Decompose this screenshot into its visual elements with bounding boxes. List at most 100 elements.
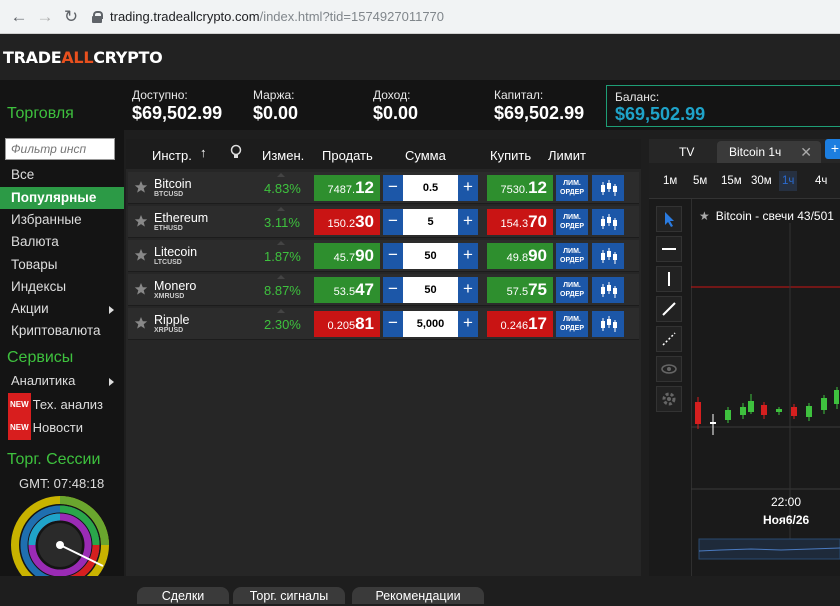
close-icon[interactable]: ✕ [800, 141, 812, 163]
timeframe-1h[interactable]: 1ч [779, 171, 798, 191]
category-indices[interactable]: Индексы [0, 276, 124, 298]
amount-increase-button[interactable]: + [458, 243, 478, 269]
timeframe-1m[interactable]: 1м [663, 175, 677, 187]
sell-price-button[interactable]: 0.20581 [314, 311, 380, 337]
eye-icon[interactable] [656, 356, 682, 382]
star-icon[interactable] [134, 180, 148, 194]
star-icon[interactable] [134, 316, 148, 330]
amount-increase-button[interactable]: + [458, 209, 478, 235]
tab-trade-signals[interactable]: Торг. сигналы [233, 587, 345, 604]
instrument-row[interactable]: Bitcoin BTCUSD 4.83% 7487.12 − 0.5 + 753… [128, 172, 639, 204]
horizontal-line-icon[interactable] [656, 236, 682, 262]
candlestick-chart[interactable]: ★ Bitcoin - свечи 43/501 22:00 Ноя6/26 [690, 199, 840, 576]
amount-input[interactable]: 0.5 [403, 175, 458, 201]
candlestick-chart-icon[interactable] [592, 175, 624, 201]
buy-price-button[interactable]: 57.575 [487, 277, 553, 303]
header-sell: Продать [322, 148, 373, 163]
instrument-row[interactable]: Ethereum ETHUSD 3.11% 150.230 − 5 + 154.… [128, 206, 639, 238]
candlestick-chart-icon[interactable] [592, 209, 624, 235]
limit-order-button[interactable]: ЛИМ. ОРДЕР [556, 277, 588, 303]
header-instrument[interactable]: Инстр. [152, 148, 192, 163]
reload-icon[interactable]: ↻ [58, 4, 84, 30]
timeframe-5m[interactable]: 5м [693, 175, 707, 187]
instrument-row[interactable]: Monero XMRUSD 8.87% 53.547 − 50 + 57.575… [128, 274, 639, 306]
tab-tv[interactable]: TV [667, 141, 707, 163]
limit-order-button[interactable]: ЛИМ. ОРДЕР [556, 175, 588, 201]
instrument-name[interactable]: Litecoin [154, 245, 197, 259]
amount-input[interactable]: 50 [403, 243, 458, 269]
candlestick-chart-icon[interactable] [592, 311, 624, 337]
cursor-icon[interactable] [656, 206, 682, 232]
service-tech-analysis[interactable]: NEW Тех. анализ [0, 393, 124, 417]
amount-decrease-button[interactable]: − [383, 311, 403, 337]
instrument-row[interactable]: Litecoin LTCUSD 1.87% 45.790 − 50 + 49.8… [128, 240, 639, 272]
star-icon[interactable] [134, 282, 148, 296]
service-news[interactable]: NEW Новости [0, 416, 124, 440]
buy-price-button[interactable]: 0.24617 [487, 311, 553, 337]
star-icon[interactable]: ★ [699, 209, 710, 223]
instrument-name[interactable]: Ripple [154, 313, 189, 327]
amount-decrease-button[interactable]: − [383, 243, 403, 269]
services-heading: Сервисы [7, 349, 74, 366]
category-stocks[interactable]: Акции [0, 298, 124, 320]
service-analytics[interactable]: Аналитика [0, 370, 124, 392]
settings-gear-icon[interactable] [656, 386, 682, 412]
category-all[interactable]: Все [0, 164, 124, 186]
instrument-name[interactable]: Monero [154, 279, 196, 293]
tab-recommendations[interactable]: Рекомендации [352, 587, 484, 604]
instrument-filter-input[interactable] [5, 138, 115, 160]
amount-increase-button[interactable]: + [458, 311, 478, 337]
sell-price-button[interactable]: 150.230 [314, 209, 380, 235]
timeframe-4h[interactable]: 4ч [815, 175, 827, 187]
sell-price-button[interactable]: 7487.12 [314, 175, 380, 201]
instrument-name[interactable]: Bitcoin [154, 177, 192, 191]
category-crypto[interactable]: Криптовалюта [0, 320, 124, 342]
logo[interactable]: TRADEALLCRYPTO [3, 48, 163, 67]
tab-bitcoin-1h[interactable]: Bitcoin 1ч ✕ [717, 141, 821, 163]
sell-price-button[interactable]: 45.790 [314, 243, 380, 269]
amount-input[interactable]: 5,000 [403, 311, 458, 337]
category-favorites[interactable]: Избранные [0, 209, 124, 231]
category-currency[interactable]: Валюта [0, 231, 124, 253]
amount-increase-button[interactable]: + [458, 277, 478, 303]
category-commodities[interactable]: Товары [0, 254, 124, 276]
vertical-line-icon[interactable] [656, 266, 682, 292]
instrument-name[interactable]: Ethereum [154, 211, 208, 225]
buy-price-button[interactable]: 7530.12 [487, 175, 553, 201]
chart-tabs: TV Bitcoin 1ч ✕ + [649, 139, 840, 163]
candlestick-chart-icon[interactable] [592, 243, 624, 269]
category-popular[interactable]: Популярные [0, 187, 124, 209]
candlestick-chart-icon[interactable] [592, 277, 624, 303]
buy-price-button[interactable]: 154.370 [487, 209, 553, 235]
ray-line-icon[interactable] [656, 326, 682, 352]
limit-order-button[interactable]: ЛИМ. ОРДЕР [556, 243, 588, 269]
amount-input[interactable]: 5 [403, 209, 458, 235]
buy-price-button[interactable]: 49.890 [487, 243, 553, 269]
change-percent: 1.87% [264, 249, 301, 264]
trend-line-icon[interactable] [656, 296, 682, 322]
sell-price-button[interactable]: 53.547 [314, 277, 380, 303]
star-icon[interactable] [134, 248, 148, 262]
timeframe-30m[interactable]: 30м [751, 175, 772, 187]
address-bar[interactable]: trading.tradeallcrypto.com/index.html?ti… [92, 9, 444, 24]
amount-decrease-button[interactable]: − [383, 277, 403, 303]
instrument-row[interactable]: Ripple XRPUSD 2.30% 0.20581 − 5,000 + 0.… [128, 308, 639, 340]
change-percent: 8.87% [264, 283, 301, 298]
lightbulb-icon[interactable] [230, 144, 242, 163]
back-icon[interactable]: ← [6, 4, 32, 30]
sort-up-icon[interactable]: ↑ [200, 145, 207, 160]
limit-order-button[interactable]: ЛИМ. ОРДЕР [556, 209, 588, 235]
header-change[interactable]: Измен. [262, 148, 304, 163]
amount-input[interactable]: 50 [403, 277, 458, 303]
tab-deals[interactable]: Сделки [137, 587, 229, 604]
forward-icon[interactable]: → [32, 4, 58, 30]
amount-increase-button[interactable]: + [458, 175, 478, 201]
trading-heading: Торговля [7, 105, 74, 122]
add-tab-button[interactable]: + [825, 139, 840, 159]
header-buy: Купить [490, 148, 532, 163]
amount-decrease-button[interactable]: − [383, 209, 403, 235]
star-icon[interactable] [134, 214, 148, 228]
amount-decrease-button[interactable]: − [383, 175, 403, 201]
limit-order-button[interactable]: ЛИМ. ОРДЕР [556, 311, 588, 337]
timeframe-15m[interactable]: 15м [721, 175, 742, 187]
